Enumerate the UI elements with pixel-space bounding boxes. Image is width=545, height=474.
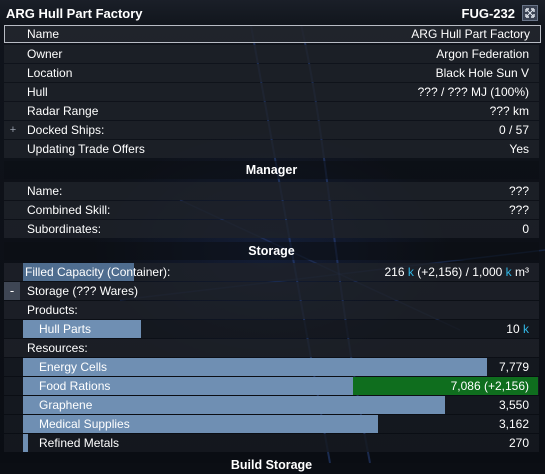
radar-value: ??? km xyxy=(489,104,529,118)
skill-label: Combined Skill: xyxy=(27,203,111,217)
capacity-unit: m³ xyxy=(515,265,529,279)
build-storage-heading: Build Storage xyxy=(230,458,313,472)
location-label: Location xyxy=(27,66,73,80)
title-bar: ARG Hull Part Factory FUG-232 xyxy=(0,0,545,26)
capacity-used: 216 xyxy=(384,265,405,279)
resource-name: Energy Cells xyxy=(39,360,108,374)
row-trade-offers[interactable]: Updating Trade Offers Yes xyxy=(4,140,539,158)
row-name[interactable]: Name ARG Hull Part Factory xyxy=(4,25,541,43)
manager-name-value: ??? xyxy=(508,184,529,198)
resource-name: Graphene xyxy=(39,398,93,412)
row-owner[interactable]: Owner Argon Federation xyxy=(4,45,539,63)
station-code: FUG-232 xyxy=(461,6,515,21)
product-amount: 10 xyxy=(506,322,520,336)
trade-value: Yes xyxy=(509,142,529,156)
trade-label: Updating Trade Offers xyxy=(27,142,145,156)
manager-name-label: Name: xyxy=(27,184,63,198)
row-storage-wares[interactable]: - Storage (??? Wares) xyxy=(4,282,539,300)
row-combined-skill[interactable]: Combined Skill: ??? xyxy=(4,201,539,219)
resource-amount: 3,550 xyxy=(498,398,529,412)
manager-heading: Manager xyxy=(4,161,539,179)
row-docked-ships[interactable]: + Docked Ships: 0 / 57 xyxy=(4,121,539,139)
capacity-separator: / xyxy=(465,265,469,279)
owner-label: Owner xyxy=(27,47,63,61)
product-row[interactable]: Hull Parts 10 k xyxy=(4,320,539,338)
resource-amount: 3,162 xyxy=(498,417,529,431)
name-value: ARG Hull Part Factory xyxy=(411,27,530,41)
subordinates-value: 0 xyxy=(522,222,529,236)
docked-label: Docked Ships: xyxy=(27,123,105,137)
resource-value: 7,779 xyxy=(499,358,529,376)
expand-plus-icon[interactable]: + xyxy=(8,125,18,136)
row-filled-capacity[interactable]: Filled Capacity (Container): 216 k (+2,1… xyxy=(4,263,539,281)
resource-row[interactable]: Food Rations 7,086 (+2,156) xyxy=(4,377,539,395)
subordinates-label: Subordinates: xyxy=(27,222,102,236)
expand-icon[interactable] xyxy=(522,5,538,21)
resources-label: Resources: xyxy=(27,341,88,355)
resource-fill-bar xyxy=(23,434,28,452)
capacity-total-unit: k xyxy=(505,265,512,279)
resource-row[interactable]: Energy Cells 7,779 xyxy=(4,358,539,376)
station-title: ARG Hull Part Factory xyxy=(6,6,143,21)
docked-value: 0 / 57 xyxy=(498,123,529,137)
row-hull[interactable]: Hull ??? / ??? MJ (100%) xyxy=(4,83,539,101)
resource-value: 3,550 xyxy=(499,396,529,414)
row-location[interactable]: Location Black Hole Sun V xyxy=(4,64,539,82)
resource-name: Food Rations xyxy=(39,379,111,393)
resource-value: 3,162 xyxy=(499,415,529,433)
resource-value: 7,086 (+2,156) xyxy=(451,377,529,395)
storage-wares-label: Storage (??? Wares) xyxy=(27,284,138,298)
resource-row[interactable]: Refined Metals 270 xyxy=(4,434,539,452)
owner-value: Argon Federation xyxy=(436,47,529,61)
capacity-label: Filled Capacity (Container): xyxy=(25,265,171,279)
product-value: 10 k xyxy=(506,320,529,338)
row-resources-header: Resources: xyxy=(4,339,539,357)
resource-name: Medical Supplies xyxy=(39,417,130,431)
capacity-total: 1,000 xyxy=(472,265,503,279)
products-label: Products: xyxy=(27,303,78,317)
row-subordinates[interactable]: Subordinates: 0 xyxy=(4,220,539,238)
capacity-used-unit: k xyxy=(407,265,414,279)
resource-row[interactable]: Graphene 3,550 xyxy=(4,396,539,414)
station-info-panel: ARG Hull Part Factory FUG-232 Name ARG H… xyxy=(0,0,545,472)
row-radar[interactable]: Radar Range ??? km xyxy=(4,102,539,120)
collapse-minus-icon[interactable]: - xyxy=(4,282,20,300)
resource-amount: 7,086 (+2,156) xyxy=(450,379,529,393)
resource-value: 270 xyxy=(509,434,529,452)
location-value: Black Hole Sun V xyxy=(435,66,529,80)
capacity-change: (+2,156) xyxy=(417,265,463,279)
product-name: Hull Parts xyxy=(39,322,92,336)
hull-label: Hull xyxy=(27,85,48,99)
name-label: Name xyxy=(27,27,60,41)
radar-label: Radar Range xyxy=(27,104,99,118)
resource-amount: 270 xyxy=(508,436,529,450)
resource-row[interactable]: Medical Supplies 3,162 xyxy=(4,415,539,433)
storage-heading: Storage xyxy=(4,242,539,260)
skill-value: ??? xyxy=(508,203,529,217)
row-products-header: Products: xyxy=(4,301,539,319)
capacity-value: 216 k (+2,156) / 1,000 k m³ xyxy=(385,263,530,281)
resource-name: Refined Metals xyxy=(39,436,120,450)
resource-amount: 7,779 xyxy=(498,360,529,374)
hull-value: ??? / ??? MJ (100%) xyxy=(417,85,529,99)
row-manager-name[interactable]: Name: ??? xyxy=(4,182,539,200)
product-unit: k xyxy=(523,322,529,336)
